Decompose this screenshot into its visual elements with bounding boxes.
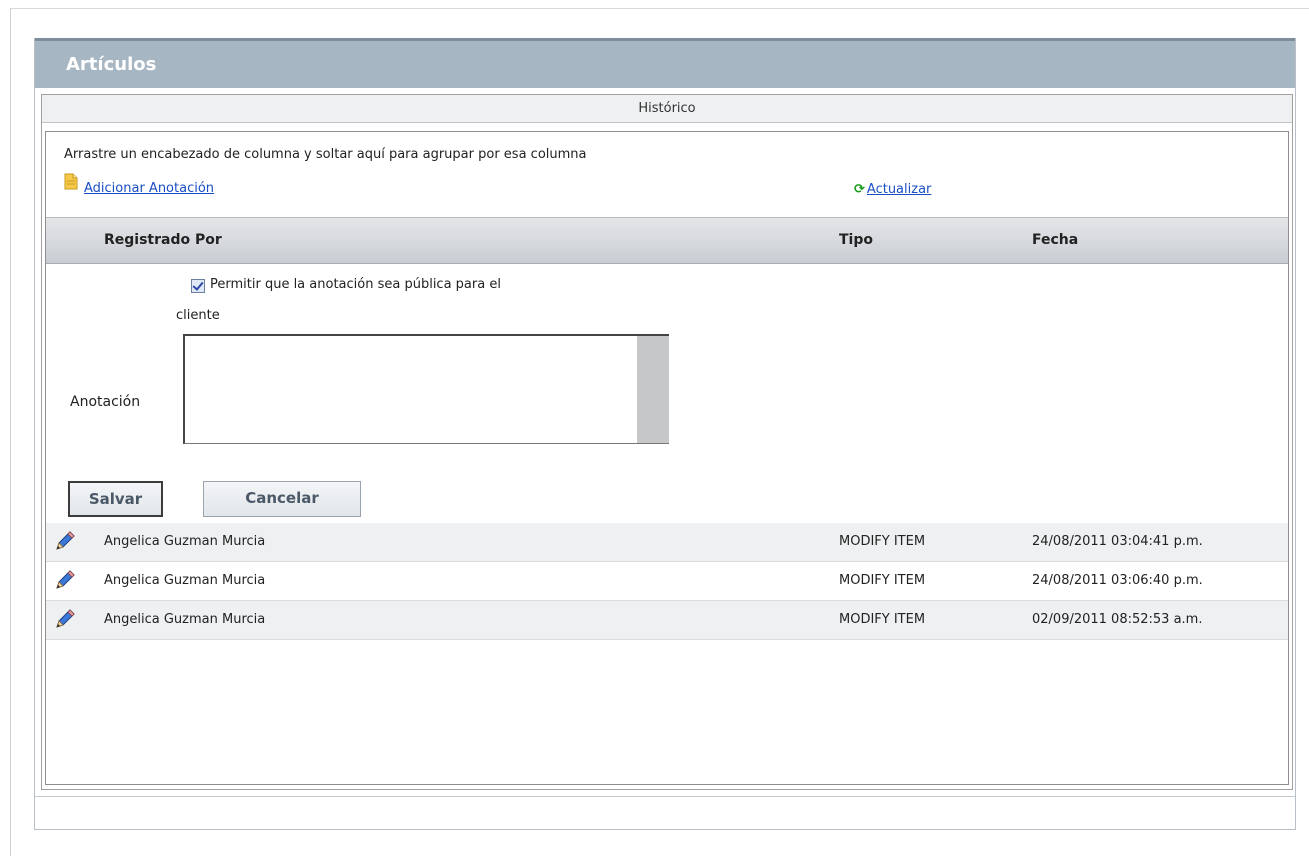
history-rows: Angelica Guzman Murcia MODIFY ITEM 24/08… — [46, 523, 1288, 640]
row-date: 24/08/2011 03:06:40 p.m. — [1032, 573, 1203, 588]
grid-header: Registrado Por Tipo Fecha — [46, 217, 1288, 264]
refresh-icon: ⟳ — [854, 182, 865, 197]
table-row[interactable]: Angelica Guzman Murcia MODIFY ITEM 24/08… — [46, 562, 1288, 601]
row-type: MODIFY ITEM — [839, 534, 926, 549]
table-row[interactable]: Angelica Guzman Murcia MODIFY ITEM 24/08… — [46, 523, 1288, 562]
document-icon — [64, 173, 78, 190]
public-note-label: Permitir que la anotación sea pública pa… — [210, 277, 501, 292]
note-edit-form: Permitir que la anotación sea pública pa… — [46, 264, 1288, 519]
note-scrollbar[interactable] — [637, 336, 669, 443]
pencil-icon[interactable] — [54, 530, 76, 552]
column-header-date[interactable]: Fecha — [1032, 232, 1078, 248]
refresh-link[interactable]: Actualizar — [867, 182, 931, 197]
panel-header: Artículos — [35, 38, 1295, 88]
panel-title: Artículos — [66, 54, 157, 75]
add-note-link[interactable]: Adicionar Anotación — [84, 181, 214, 196]
add-note-action[interactable]: Adicionar Anotación — [64, 173, 214, 196]
note-textarea[interactable] — [183, 334, 669, 444]
public-note-option[interactable]: Permitir que la anotación sea pública pa… — [191, 277, 651, 293]
note-label: Anotación — [70, 394, 141, 410]
public-note-checkbox[interactable] — [191, 279, 205, 293]
column-header-registered-by[interactable]: Registrado Por — [104, 232, 222, 248]
row-user: Angelica Guzman Murcia — [104, 573, 266, 588]
row-type: MODIFY ITEM — [839, 573, 926, 588]
cancel-button[interactable]: Cancelar — [203, 481, 361, 517]
refresh-action[interactable]: ⟳ Actualizar — [854, 182, 931, 197]
history-grid: Arrastre un encabezado de columna y solt… — [45, 131, 1289, 785]
public-note-label-continued: cliente — [176, 308, 220, 323]
row-date: 02/09/2011 08:52:53 a.m. — [1032, 612, 1203, 627]
table-row[interactable]: Angelica Guzman Murcia MODIFY ITEM 02/09… — [46, 601, 1288, 640]
column-header-type[interactable]: Tipo — [839, 232, 873, 248]
panel-footer-divider — [35, 796, 1295, 797]
row-type: MODIFY ITEM — [839, 612, 926, 627]
tab-history[interactable]: Histórico — [42, 95, 1292, 123]
row-user: Angelica Guzman Murcia — [104, 612, 266, 627]
articles-panel: Artículos Histórico Arrastre un encabeza… — [34, 38, 1296, 830]
save-button[interactable]: Salvar — [68, 481, 163, 517]
history-section: Histórico Arrastre un encabezado de colu… — [41, 94, 1293, 790]
row-user: Angelica Guzman Murcia — [104, 534, 266, 549]
pencil-icon[interactable] — [54, 569, 76, 591]
pencil-icon[interactable] — [54, 608, 76, 630]
group-by-hint: Arrastre un encabezado de columna y solt… — [64, 147, 587, 162]
row-date: 24/08/2011 03:04:41 p.m. — [1032, 534, 1203, 549]
